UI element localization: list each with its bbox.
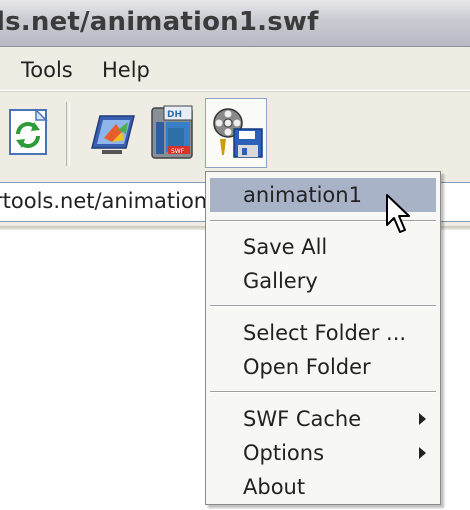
- menu-help[interactable]: Help: [102, 58, 150, 82]
- menu-item-options[interactable]: Options: [210, 436, 436, 470]
- menu-item-open-folder[interactable]: Open Folder: [210, 350, 436, 384]
- menu-bar: Tools Help: [0, 47, 470, 91]
- refresh-icon: [9, 108, 48, 155]
- window-title: ls.net/animation1.swf: [0, 7, 319, 37]
- menu-item-label: Save All: [243, 235, 328, 259]
- menu-separator: [210, 305, 436, 307]
- menu-item-select-folder[interactable]: Select Folder ...: [210, 316, 436, 350]
- svg-text:SWF: SWF: [171, 148, 185, 155]
- menu-item-swf-cache[interactable]: SWF Cache: [210, 402, 436, 436]
- menu-item-label: About: [243, 475, 306, 499]
- toolbar: DH SWF: [0, 91, 470, 176]
- save-movie-button[interactable]: [205, 98, 267, 168]
- swf-file-button[interactable]: DH SWF: [144, 98, 202, 164]
- submenu-arrow-icon: [419, 447, 426, 459]
- menu-item-about[interactable]: About: [210, 470, 436, 504]
- submenu-arrow-icon: [419, 413, 426, 425]
- menu-item-label: SWF Cache: [243, 407, 362, 431]
- menu-item-label: animation1: [243, 183, 362, 207]
- refresh-button[interactable]: [0, 100, 52, 166]
- menu-item-label: Gallery: [243, 269, 318, 293]
- video-monitor-icon: [91, 115, 135, 154]
- toolbar-separator: [66, 102, 70, 166]
- video-monitor-button[interactable]: [82, 100, 140, 166]
- svg-text:DH: DH: [167, 110, 182, 120]
- menu-item-save-all[interactable]: Save All: [210, 230, 436, 264]
- menu-tools[interactable]: Tools: [21, 58, 73, 82]
- mouse-pointer-icon: [386, 194, 410, 233]
- save-movie-icon: [213, 108, 263, 158]
- menu-item-label: Open Folder: [243, 355, 371, 379]
- menu-item-label: Select Folder ...: [243, 321, 407, 345]
- swf-file-icon: DH SWF: [151, 105, 193, 159]
- menu-item-gallery[interactable]: Gallery: [210, 264, 436, 298]
- title-bar: ls.net/animation1.swf: [0, 0, 470, 47]
- address-url: rtools.net/animation1: [0, 189, 221, 213]
- menu-separator: [210, 391, 436, 393]
- menu-item-label: Options: [243, 441, 325, 465]
